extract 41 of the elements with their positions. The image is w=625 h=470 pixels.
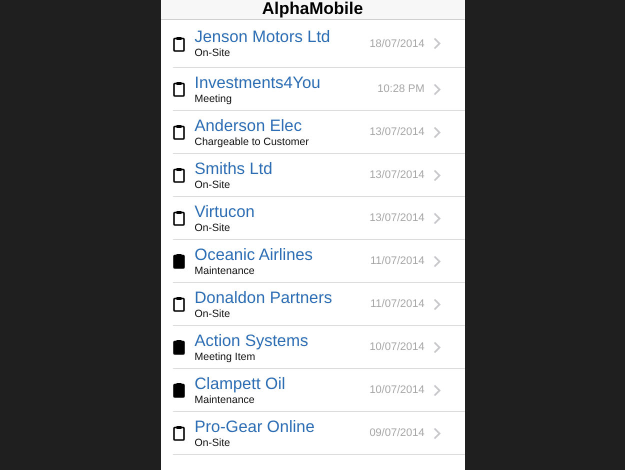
customer-name: Investments4You: [194, 74, 322, 92]
customer-name: Anderson Elec: [194, 116, 303, 136]
chevron-icon: [432, 82, 440, 96]
chevron-icon: [432, 168, 440, 182]
job-date: 10/07/2014: [369, 384, 424, 396]
job-type: On-Site: [194, 178, 232, 190]
job-type: Chargeable to Customer: [194, 136, 310, 148]
chevron-icon: [432, 298, 440, 310]
customer-name: Pro-Gear Online: [194, 418, 316, 436]
job-type: On-Site: [194, 47, 232, 59]
job-date: 13/07/2014: [369, 126, 424, 138]
job-date: 11/07/2014: [370, 298, 424, 310]
job-type: On-Site: [194, 222, 232, 234]
job-type: Maintenance: [194, 394, 256, 406]
chevron-icon: [432, 126, 440, 138]
customer-name: Oceanic Airlines: [194, 246, 314, 264]
job-date: 13/07/2014: [369, 212, 424, 224]
customer-name: Donaldon Partners: [194, 288, 334, 308]
customer-name: Clampett Oil: [194, 374, 286, 394]
job-date: 11/07/2014: [370, 255, 424, 267]
job-date: 09/07/2014: [369, 427, 424, 439]
customer-name: Smiths Ltd: [194, 160, 274, 178]
customer-name: Jenson Motors Ltd: [194, 28, 332, 47]
chevron-icon: [432, 37, 440, 50]
job-date: 18/07/2014: [369, 38, 424, 50]
customer-name: Virtucon: [194, 202, 256, 222]
job-type: Maintenance: [194, 264, 256, 276]
app-title: AlphaMobile: [262, 0, 364, 19]
job-type: Meeting Item: [194, 350, 256, 362]
customer-name: Action Systems: [194, 332, 310, 350]
job-date: 13/07/2014: [369, 169, 424, 181]
job-date: 10/07/2014: [369, 341, 424, 353]
job-type: On-Site: [194, 436, 232, 448]
chevron-icon: [432, 384, 440, 396]
chevron-icon: [432, 426, 440, 440]
chevron-icon: [432, 254, 440, 268]
chevron-icon: [432, 340, 440, 354]
job-date: 10:28 PM: [377, 83, 424, 95]
chevron-icon: [432, 212, 440, 224]
job-type: On-Site: [194, 308, 232, 320]
job-type: Meeting: [194, 92, 233, 104]
